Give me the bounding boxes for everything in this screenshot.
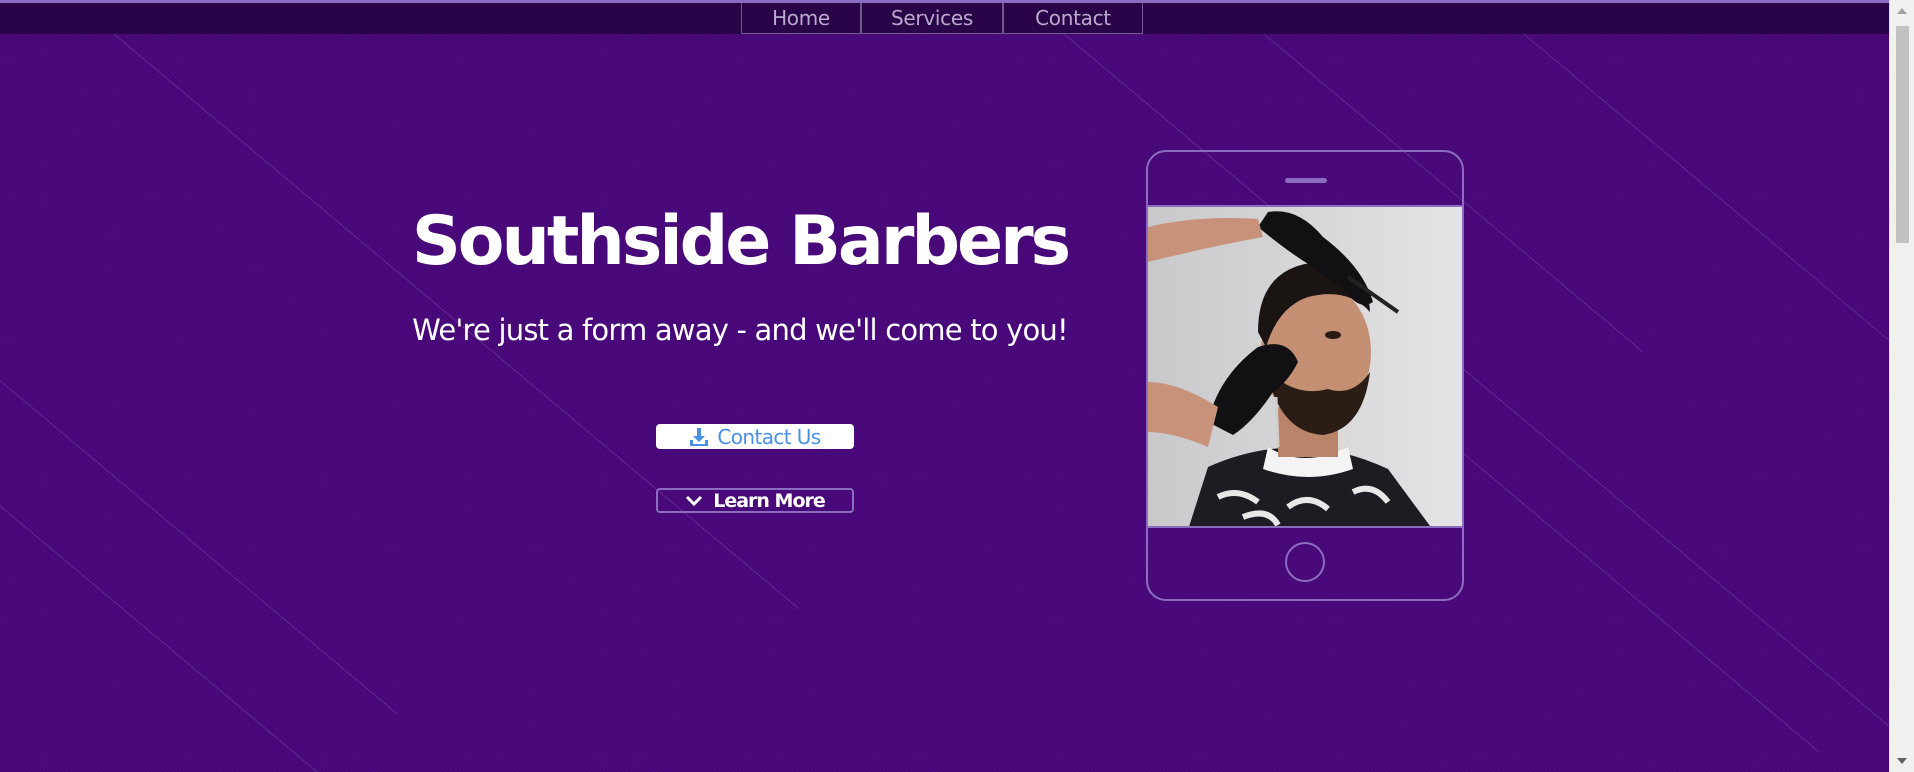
phone-home-button <box>1285 542 1325 582</box>
vertical-scrollbar[interactable] <box>1889 0 1914 772</box>
scroll-thumb[interactable] <box>1896 26 1909 243</box>
learn-more-button[interactable]: Learn More <box>656 488 854 513</box>
top-navigation-bar: Home Services Contact <box>0 0 1889 34</box>
phone-speaker <box>1285 178 1327 183</box>
chevron-down-icon <box>685 495 703 507</box>
phone-mockup <box>1146 150 1464 601</box>
main-nav: Home Services Contact <box>741 3 1143 35</box>
nav-item-services[interactable]: Services <box>861 3 1003 34</box>
hero-subtitle: We're just a form away - and we'll come … <box>412 313 1069 347</box>
scroll-down-arrow-icon[interactable] <box>1897 758 1907 764</box>
contact-us-label: Contact Us <box>717 424 821 449</box>
background-line <box>1519 30 1889 391</box>
nav-item-home[interactable]: Home <box>741 3 861 34</box>
barber-photo <box>1148 205 1462 528</box>
page-background <box>0 0 1889 772</box>
nav-item-contact[interactable]: Contact <box>1003 3 1143 34</box>
download-icon <box>689 427 709 447</box>
hero-title: Southside Barbers <box>411 202 1071 281</box>
learn-more-label: Learn More <box>713 489 826 512</box>
scroll-up-arrow-icon[interactable] <box>1897 8 1907 14</box>
background-line <box>1459 450 1821 753</box>
browser-viewport: Home Services Contact Southside Barbers … <box>0 0 1914 772</box>
contact-us-button[interactable]: Contact Us <box>656 424 854 449</box>
background-line <box>0 380 399 716</box>
